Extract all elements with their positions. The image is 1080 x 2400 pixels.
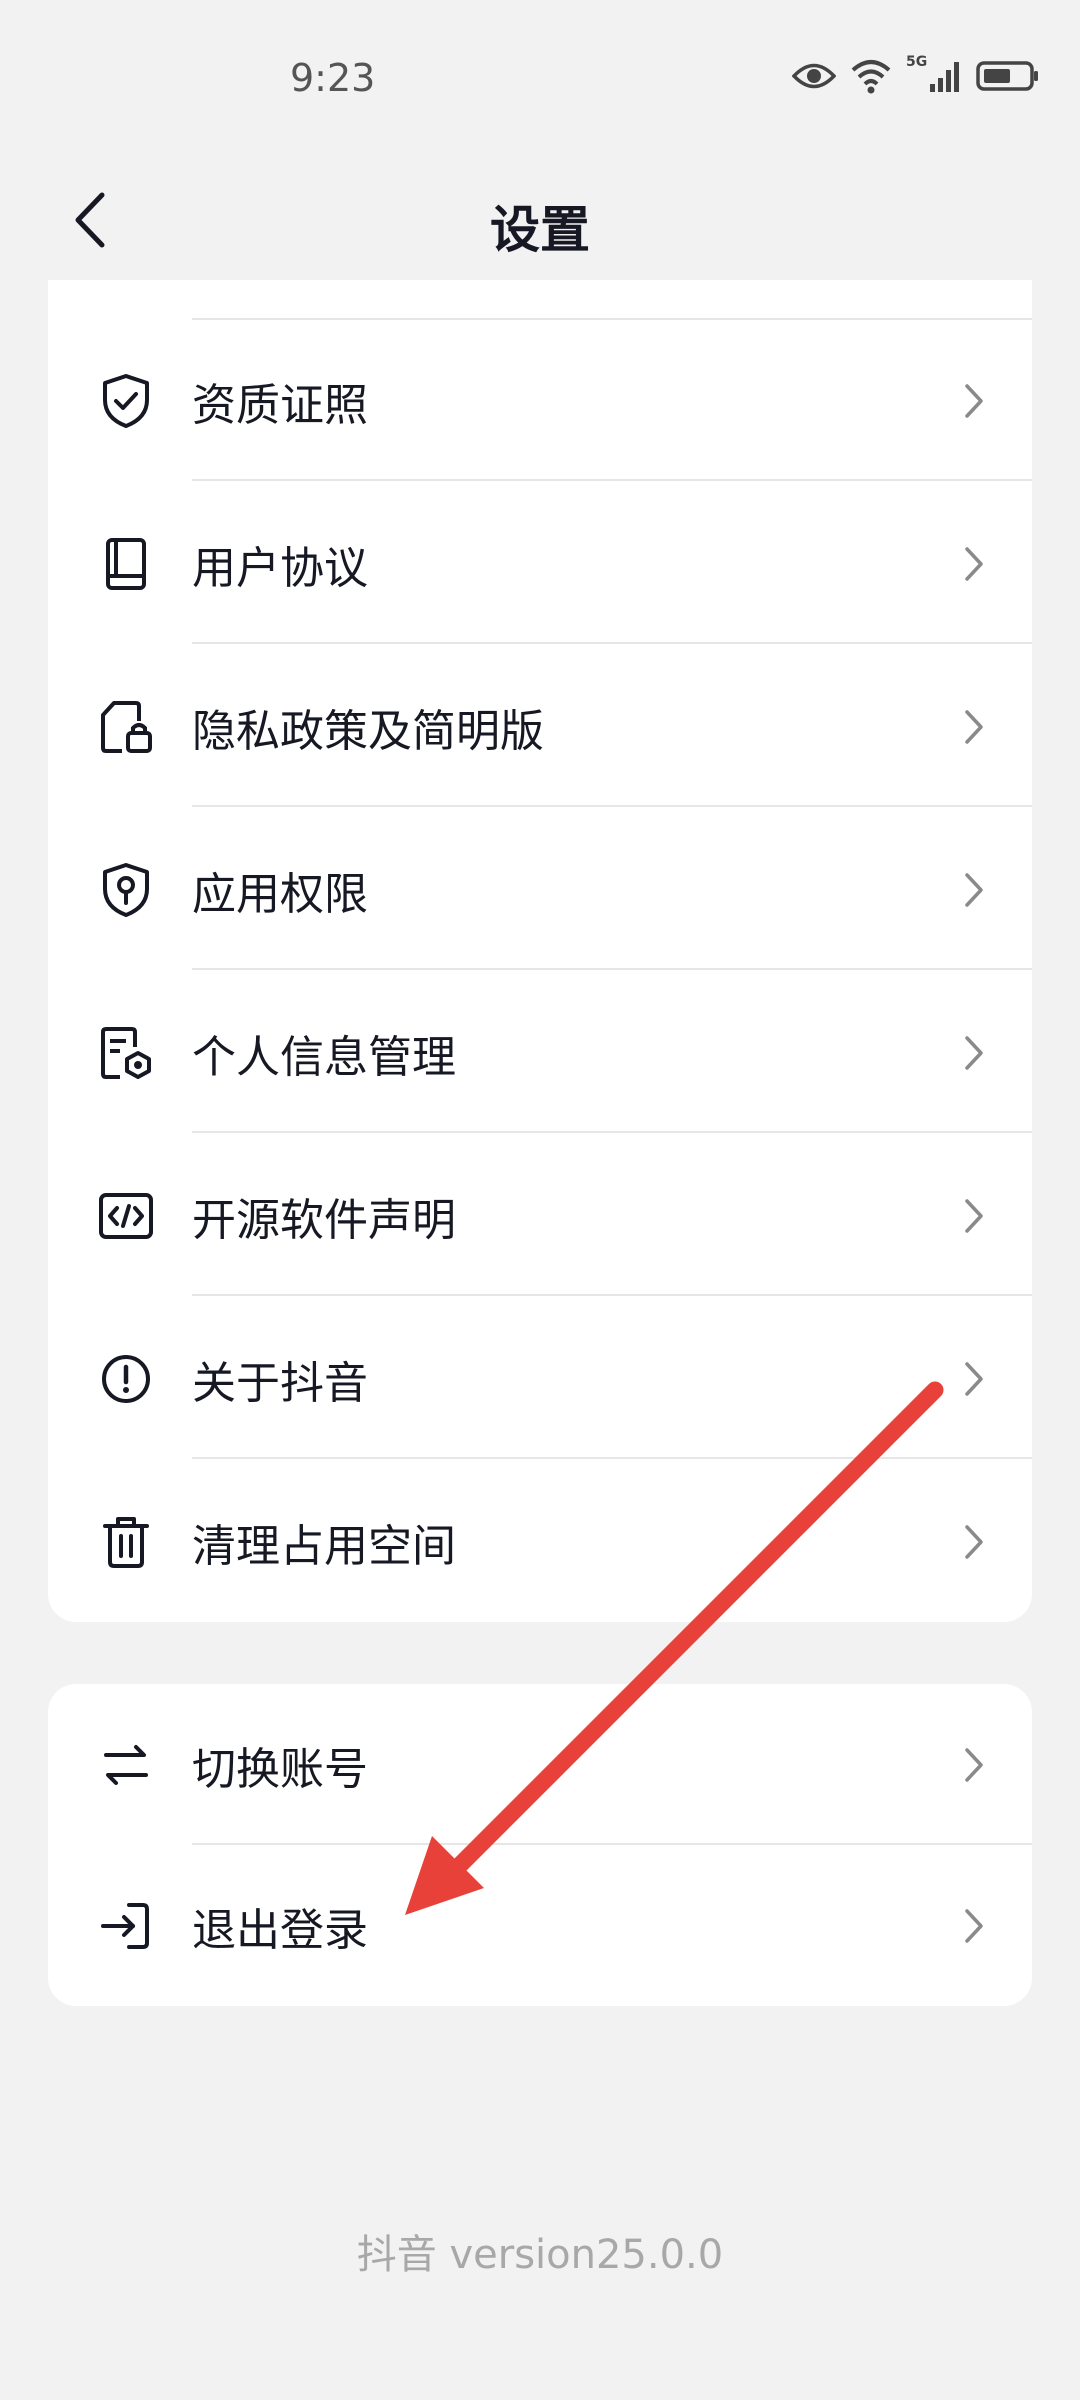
- switch-arrows-icon: [96, 1735, 156, 1795]
- status-bar: 9:23 5G: [0, 0, 1080, 160]
- book-icon: [96, 534, 156, 594]
- divider: [192, 1457, 1032, 1459]
- settings-item-app-permissions[interactable]: 应用权限: [48, 809, 1032, 970]
- settings-item-label: 开源软件声明: [192, 1194, 456, 1246]
- navigation-bar: 设置: [0, 160, 1080, 280]
- settings-item-label: 应用权限: [192, 868, 368, 920]
- document-gear-icon: [96, 1023, 156, 1083]
- status-icons: 5G: [792, 54, 1040, 94]
- settings-item-logout[interactable]: 退出登录: [48, 1845, 1032, 2006]
- settings-item-label: 个人信息管理: [192, 1031, 456, 1083]
- divider: [192, 642, 1032, 644]
- code-icon: [96, 1186, 156, 1246]
- wifi-icon: [851, 60, 891, 94]
- shield-key-icon: [96, 860, 156, 920]
- status-time: 9:23: [290, 56, 376, 100]
- settings-item-personal-info[interactable]: 个人信息管理: [48, 972, 1032, 1133]
- logout-icon: [96, 1896, 156, 1956]
- settings-item-switch-account[interactable]: 切换账号: [48, 1684, 1032, 1845]
- shield-check-icon: [96, 371, 156, 431]
- settings-item-privacy-policy[interactable]: 隐私政策及简明版: [48, 646, 1032, 807]
- app-version: 抖音 version25.0.0: [356, 2232, 724, 2278]
- chevron-right-icon: [965, 1198, 983, 1233]
- chevron-right-icon: [965, 1035, 983, 1070]
- settings-item-label: 用户协议: [192, 542, 368, 594]
- settings-item-label: 资质证照: [192, 379, 368, 431]
- trash-icon: [96, 1512, 156, 1572]
- settings-item-open-source[interactable]: 开源软件声明: [48, 1135, 1032, 1296]
- eye-icon: [792, 63, 836, 89]
- chevron-right-icon: [965, 383, 983, 418]
- divider: [192, 805, 1032, 807]
- divider: [192, 1131, 1032, 1133]
- cellular-signal-icon: 5G: [906, 54, 962, 94]
- battery-icon: [976, 61, 1038, 91]
- chevron-right-icon: [965, 1747, 983, 1782]
- settings-item-label: 退出登录: [192, 1904, 368, 1956]
- settings-group-account: 切换账号 退出登录: [48, 1684, 1032, 2006]
- divider: [192, 968, 1032, 970]
- settings-item-label: 切换账号: [192, 1743, 368, 1795]
- settings-item-label: 清理占用空间: [192, 1520, 456, 1572]
- info-circle-icon: [96, 1349, 156, 1409]
- settings-item-user-agreement[interactable]: 用户协议: [48, 483, 1032, 644]
- settings-item-about[interactable]: 关于抖音: [48, 1298, 1032, 1459]
- chevron-right-icon: [965, 709, 983, 744]
- chevron-right-icon: [965, 1361, 983, 1396]
- divider: [192, 479, 1032, 481]
- divider: [192, 1294, 1032, 1296]
- page-title: 设置: [490, 201, 590, 259]
- chevron-right-icon: [965, 546, 983, 581]
- settings-item-qualifications[interactable]: 资质证照: [48, 320, 1032, 481]
- document-lock-icon: [96, 697, 156, 757]
- settings-item-clear-storage[interactable]: 清理占用空间: [48, 1461, 1032, 1622]
- chevron-right-icon: [965, 872, 983, 907]
- chevron-right-icon: [965, 1524, 983, 1559]
- settings-item-label: 隐私政策及简明版: [192, 705, 544, 757]
- settings-group-about: 资质证照 用户协议 隐私政策及简明版 应用权限 个人信息管理 开源软件声明 关于…: [48, 280, 1032, 1622]
- settings-item-label: 关于抖音: [192, 1357, 368, 1409]
- chevron-right-icon: [965, 1908, 983, 1943]
